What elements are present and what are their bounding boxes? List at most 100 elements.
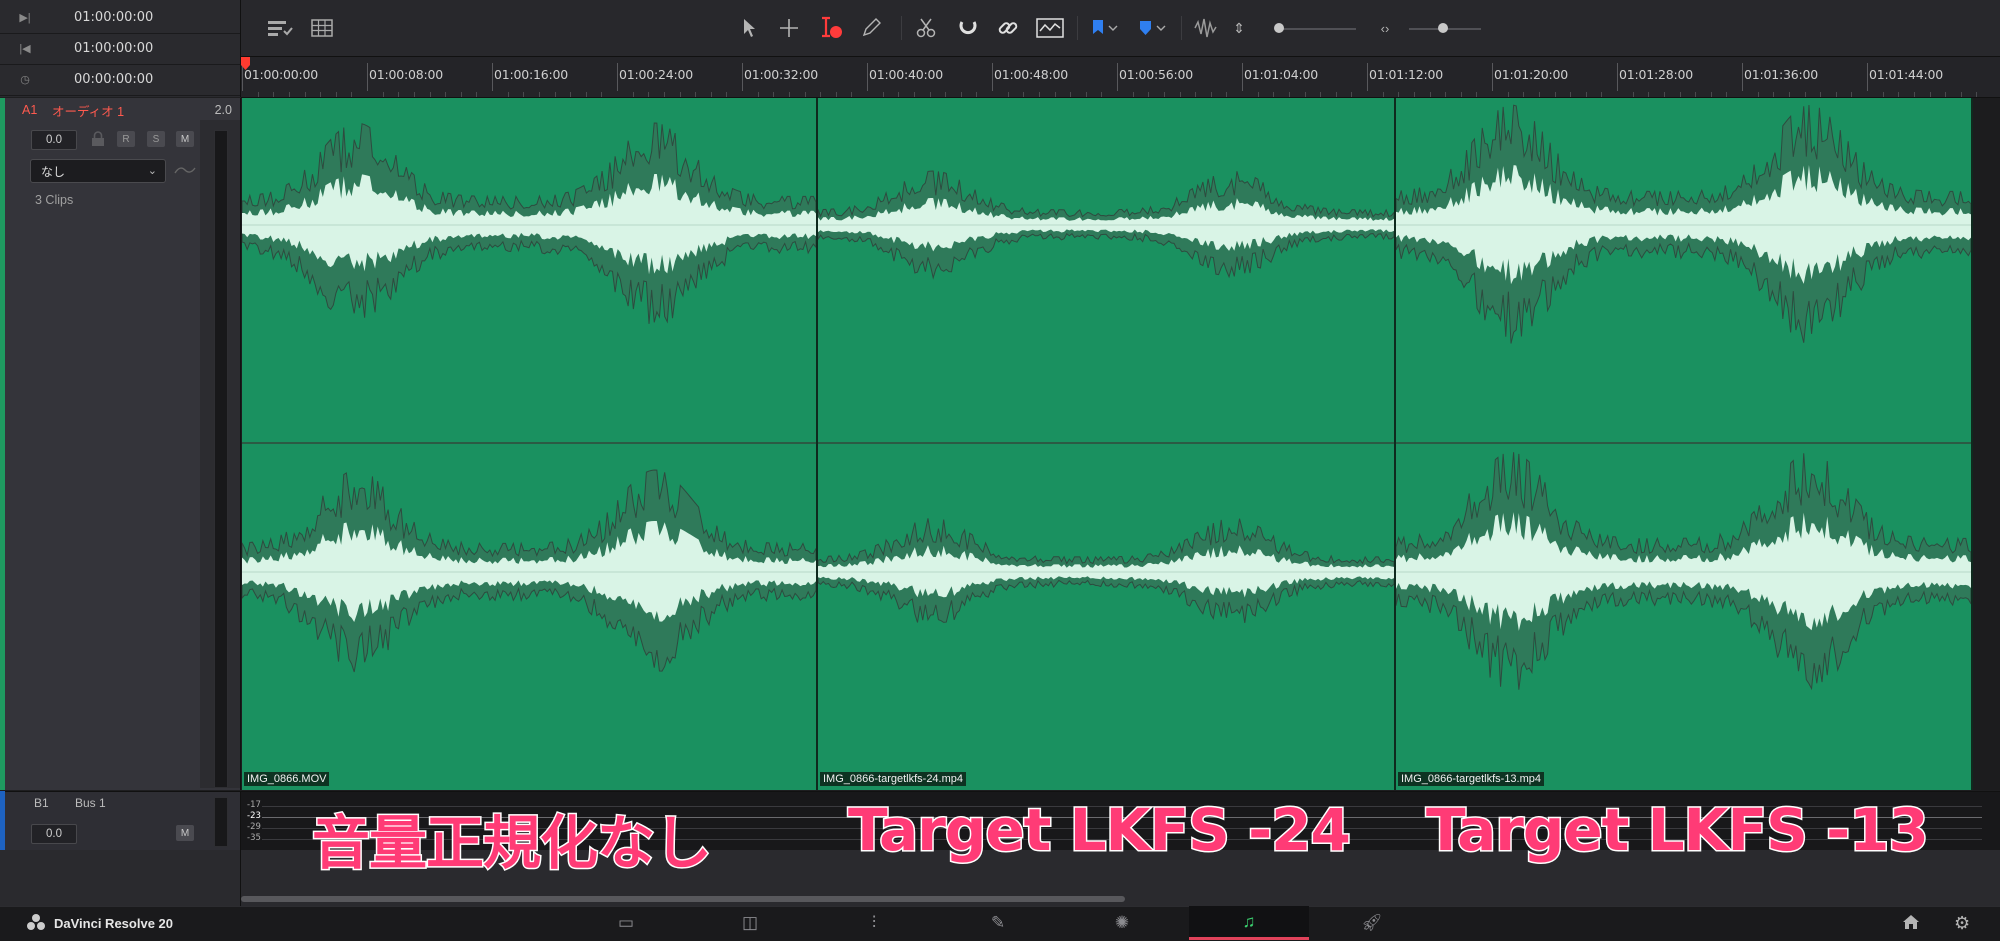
ruler-minor-tick bbox=[1554, 92, 1556, 97]
ruler-minor-tick bbox=[1179, 92, 1181, 97]
toolbar-separator bbox=[901, 16, 902, 40]
ruler-minor-tick bbox=[1132, 92, 1134, 97]
bus-id: B1 bbox=[34, 796, 49, 810]
ruler-tick-label: 01:01:44:00 bbox=[1869, 67, 1944, 82]
horizontal-scrollbar[interactable] bbox=[241, 896, 1125, 902]
color-page-icon[interactable]: ✺ bbox=[1062, 906, 1182, 940]
ruler-minor-tick bbox=[1210, 92, 1212, 97]
ruler-minor-tick bbox=[960, 92, 962, 97]
bus-name[interactable]: Bus 1 bbox=[75, 796, 106, 810]
timecode-row-3[interactable]: ◷ 00:00:00:00 bbox=[0, 64, 240, 96]
ruler-major-tick bbox=[1242, 63, 1243, 91]
ruler-minor-tick bbox=[335, 92, 337, 97]
select-arrow-icon[interactable] bbox=[737, 14, 761, 42]
ruler-minor-tick bbox=[601, 92, 603, 97]
clip-name: IMG_0866-targetlkfs-13.mp4 bbox=[1398, 772, 1545, 786]
ruler-minor-tick bbox=[1507, 92, 1509, 97]
ruler-tick-label: 01:00:16:00 bbox=[494, 67, 569, 82]
track-channel-format: 2.0 bbox=[214, 103, 232, 117]
edit-page-icon[interactable]: ⫶ bbox=[814, 906, 934, 940]
timeline-ruler[interactable]: 01:00:00:00 01:00:08:00 01:00:16:00 01:00:2… bbox=[241, 57, 2000, 98]
ruler-minor-tick bbox=[1804, 92, 1806, 97]
timecode-row-2[interactable]: |◀ 01:00:00:00 bbox=[0, 33, 240, 65]
audio-clip[interactable]: IMG_0866.MOV bbox=[242, 98, 818, 790]
ruler-minor-tick bbox=[1523, 92, 1525, 97]
ruler-minor-tick bbox=[632, 92, 634, 97]
deliver-page-icon[interactable]: 🚀︎ bbox=[1312, 906, 1432, 940]
ruler-minor-tick bbox=[1601, 92, 1603, 97]
automation-curve-icon[interactable] bbox=[174, 163, 196, 182]
timeline-view-options-icon[interactable] bbox=[265, 14, 295, 42]
height-slider[interactable] bbox=[1438, 23, 1448, 33]
playhead-icon[interactable] bbox=[241, 57, 251, 71]
ruler-minor-tick bbox=[804, 92, 806, 97]
fairlight-page-icon[interactable]: ♫ bbox=[1189, 906, 1309, 940]
ruler-major-tick bbox=[1742, 63, 1743, 91]
bus-mute-button[interactable]: M bbox=[176, 825, 194, 841]
ruler-minor-tick bbox=[1835, 92, 1837, 97]
ruler-minor-tick bbox=[570, 92, 572, 97]
cut-page-icon[interactable]: ◫ bbox=[690, 906, 810, 940]
marker-icon[interactable] bbox=[1135, 14, 1171, 42]
audio-clip[interactable]: IMG_0866-targetlkfs-24.mp4 bbox=[818, 98, 1396, 790]
settings-gear-icon[interactable]: ⚙ bbox=[1954, 913, 1970, 934]
grid-icon[interactable] bbox=[307, 14, 337, 42]
clip-name: IMG_0866-targetlkfs-24.mp4 bbox=[820, 772, 967, 786]
mute-button[interactable]: M bbox=[176, 131, 194, 147]
ruler-minor-tick bbox=[304, 92, 306, 97]
fit-icon[interactable]: ‹› bbox=[1375, 14, 1395, 42]
audio-clip[interactable]: IMG_0866-targetlkfs-13.mp4 bbox=[1396, 98, 1973, 790]
timecode-value: 01:00:00:00 bbox=[74, 10, 154, 25]
ruler-major-tick bbox=[992, 63, 993, 91]
range-select-icon[interactable] bbox=[777, 14, 801, 42]
track-header-empty bbox=[0, 850, 241, 906]
trim-edit-icon[interactable] bbox=[817, 14, 845, 42]
ruler-minor-tick bbox=[1820, 92, 1822, 97]
ruler-tick-label: 01:00:00:00 bbox=[244, 67, 319, 82]
home-icon[interactable] bbox=[1902, 914, 1920, 935]
pencil-icon[interactable] bbox=[859, 14, 883, 42]
flag-icon[interactable] bbox=[1087, 14, 1123, 42]
timecode-row-1[interactable]: ▶| 01:00:00:00 bbox=[0, 2, 240, 34]
media-page-icon[interactable]: ▭ bbox=[566, 906, 686, 940]
solo-button[interactable]: S bbox=[147, 131, 165, 147]
expand-icon[interactable]: ⇕ bbox=[1231, 14, 1247, 42]
ruler-minor-tick bbox=[945, 92, 947, 97]
bus-volume-field[interactable]: 0.0 bbox=[31, 824, 77, 844]
track-volume-field[interactable]: 0.0 bbox=[31, 130, 77, 150]
ruler-major-tick bbox=[367, 63, 368, 91]
waveform-zoom-icon[interactable] bbox=[1035, 14, 1065, 42]
ruler-minor-tick bbox=[1726, 92, 1728, 97]
ruler-minor-tick bbox=[788, 92, 790, 97]
ruler-minor-tick bbox=[1320, 92, 1322, 97]
loudness-scale-label: -35 bbox=[247, 833, 261, 843]
ruler-minor-tick bbox=[398, 92, 400, 97]
link-icon[interactable] bbox=[995, 14, 1021, 42]
audio-waveform-icon[interactable] bbox=[1191, 14, 1221, 42]
track-effect-dropdown[interactable]: なし ⌄ bbox=[30, 159, 166, 183]
ruler-minor-tick bbox=[1195, 92, 1197, 97]
ruler-minor-tick bbox=[679, 92, 681, 97]
fusion-page-icon[interactable]: ✎ bbox=[938, 906, 1058, 940]
ruler-major-tick bbox=[1492, 63, 1493, 91]
zoom-slider[interactable] bbox=[1274, 23, 1284, 33]
ruler-tick-label: 01:01:20:00 bbox=[1494, 67, 1569, 82]
ruler-minor-tick bbox=[1460, 92, 1462, 97]
record-arm-button[interactable]: R bbox=[117, 131, 135, 147]
ruler-tick-label: 01:00:40:00 bbox=[869, 67, 944, 82]
lock-icon[interactable] bbox=[91, 131, 105, 150]
ruler-minor-tick bbox=[507, 92, 509, 97]
play-to-end-icon: ▶| bbox=[19, 12, 31, 24]
loudness-scale-label: -23 bbox=[247, 811, 261, 821]
ruler-minor-tick bbox=[1632, 92, 1634, 97]
blade-icon[interactable] bbox=[913, 14, 939, 42]
track-name[interactable]: オーディオ 1 bbox=[52, 101, 124, 120]
zoom-slider-track bbox=[1276, 28, 1356, 30]
clock-icon: ◷ bbox=[20, 74, 30, 86]
ruler-minor-tick bbox=[976, 92, 978, 97]
snapping-icon[interactable] bbox=[955, 14, 981, 42]
ruler-minor-tick bbox=[710, 92, 712, 97]
ruler-minor-tick bbox=[1101, 92, 1103, 97]
ruler-minor-tick bbox=[913, 92, 915, 97]
loudness-scale-label: -29 bbox=[247, 822, 261, 832]
